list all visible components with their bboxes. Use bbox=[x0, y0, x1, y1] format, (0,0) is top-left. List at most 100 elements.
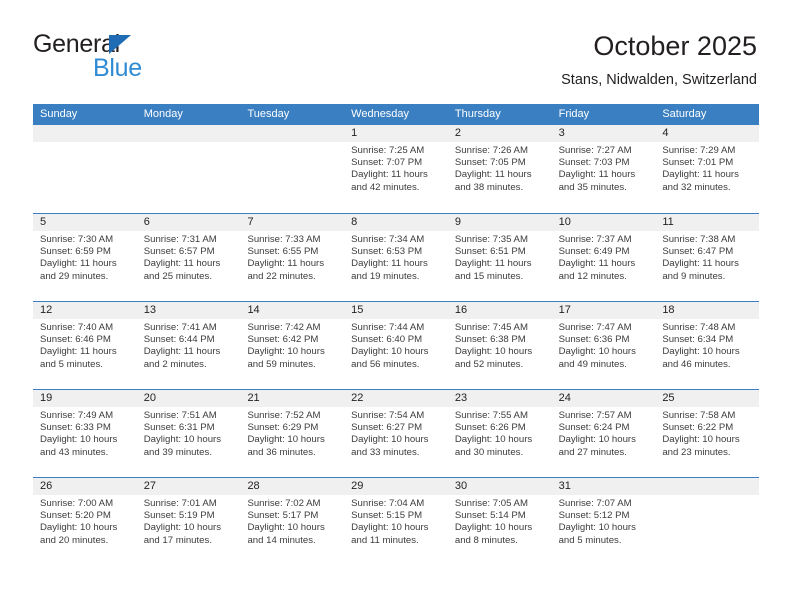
daylight-text-line2: and 33 minutes. bbox=[351, 446, 420, 458]
daylight-text-line2: and 5 minutes. bbox=[40, 358, 103, 370]
calendar-day-cell[interactable]: 22 Sunrise: 7:54 AM Sunset: 6:27 PM Dayligh… bbox=[344, 390, 448, 477]
calendar-week-row: 1 Sunrise: 7:25 AM Sunset: 7:07 PM Daylight… bbox=[33, 125, 760, 213]
daylight-text-line2: and 15 minutes. bbox=[454, 270, 524, 282]
calendar-day-cell[interactable]: 1 Sunrise: 7:25 AM Sunset: 7:07 PM Daylight… bbox=[344, 125, 448, 213]
daylight-text-line2: and 19 minutes. bbox=[351, 270, 420, 282]
daylight-text-line2: and 14 minutes. bbox=[247, 534, 316, 546]
daylight-text-line1: Daylight: 10 hours bbox=[351, 346, 429, 358]
day-number: 19 bbox=[33, 390, 137, 407]
day-number bbox=[655, 478, 760, 495]
calendar-day-cell[interactable]: 16 Sunrise: 7:45 AM Sunset: 6:38 PM Dayligh… bbox=[447, 302, 552, 389]
daylight-text-line2: and 27 minutes. bbox=[558, 446, 627, 458]
weekday-header-tuesday: Tuesday bbox=[247, 108, 290, 120]
day-number bbox=[240, 125, 345, 142]
day-details: Sunrise: 7:47 AM Sunset: 6:36 PM Daylight:… bbox=[552, 319, 656, 371]
daylight-text-line1: Daylight: 10 hours bbox=[454, 434, 533, 446]
calendar-day-cell[interactable]: 9 Sunrise: 7:35 AM Sunset: 6:51 PM Daylight… bbox=[447, 214, 552, 301]
daylight-text-line2: and 5 minutes. bbox=[558, 534, 622, 546]
sunrise-text: Sunrise: 7:02 AM bbox=[247, 498, 321, 509]
calendar-day-cell[interactable]: 29 Sunrise: 7:04 AM Sunset: 5:15 PM Dayligh… bbox=[344, 478, 448, 565]
sunrise-text: Sunrise: 7:47 AM bbox=[558, 322, 632, 333]
sunset-text: Sunset: 7:03 PM bbox=[558, 157, 630, 169]
sunrise-text: Sunrise: 7:01 AM bbox=[143, 498, 217, 509]
daylight-text-line1: Daylight: 11 hours bbox=[40, 258, 117, 270]
sunset-text: Sunset: 6:36 PM bbox=[558, 334, 630, 346]
sunset-text: Sunset: 6:38 PM bbox=[454, 334, 526, 346]
calendar-day-cell-empty[interactable] bbox=[33, 125, 137, 213]
daylight-text-line1: Daylight: 11 hours bbox=[351, 258, 428, 270]
day-number: 31 bbox=[551, 478, 656, 495]
calendar-day-cell[interactable]: 6 Sunrise: 7:31 AM Sunset: 6:57 PM Daylight… bbox=[136, 214, 241, 301]
calendar-day-cell[interactable]: 21 Sunrise: 7:52 AM Sunset: 6:29 PM Dayligh… bbox=[240, 390, 345, 477]
calendar-day-cell[interactable]: 19 Sunrise: 7:49 AM Sunset: 6:33 PM Dayligh… bbox=[33, 390, 137, 477]
sunrise-text: Sunrise: 7:41 AM bbox=[143, 322, 217, 333]
sunrise-text: Sunrise: 7:38 AM bbox=[662, 234, 736, 245]
daylight-text-line2: and 39 minutes. bbox=[143, 446, 212, 458]
daylight-text-line1: Daylight: 10 hours bbox=[143, 522, 222, 534]
sunrise-text: Sunrise: 7:07 AM bbox=[558, 498, 632, 509]
sunrise-text: Sunrise: 7:34 AM bbox=[351, 234, 425, 245]
day-details: Sunrise: 7:29 AM Sunset: 7:01 PM Daylight:… bbox=[655, 142, 759, 194]
logo-text-blue: Blue bbox=[93, 54, 142, 82]
sunset-text: Sunset: 6:53 PM bbox=[351, 246, 423, 258]
calendar-day-cell[interactable]: 13 Sunrise: 7:41 AM Sunset: 6:44 PM Dayligh… bbox=[136, 302, 241, 389]
day-number: 20 bbox=[136, 390, 241, 407]
calendar-day-cell[interactable]: 12 Sunrise: 7:40 AM Sunset: 6:46 PM Dayligh… bbox=[33, 302, 137, 389]
day-details: Sunrise: 7:35 AM Sunset: 6:51 PM Daylight:… bbox=[448, 231, 552, 283]
calendar-day-cell[interactable]: 15 Sunrise: 7:44 AM Sunset: 6:40 PM Dayligh… bbox=[344, 302, 448, 389]
calendar-day-cell[interactable]: 20 Sunrise: 7:51 AM Sunset: 6:31 PM Dayligh… bbox=[136, 390, 241, 477]
daylight-text-line1: Daylight: 10 hours bbox=[351, 434, 429, 446]
calendar-day-cell[interactable]: 23 Sunrise: 7:55 AM Sunset: 6:26 PM Dayligh… bbox=[447, 390, 552, 477]
calendar-day-cell[interactable]: 18 Sunrise: 7:48 AM Sunset: 6:34 PM Dayligh… bbox=[655, 302, 760, 389]
sunrise-text: Sunrise: 7:49 AM bbox=[40, 410, 114, 421]
sunrise-text: Sunrise: 7:00 AM bbox=[40, 498, 114, 509]
calendar-week-row: 12 Sunrise: 7:40 AM Sunset: 6:46 PM Dayligh… bbox=[33, 301, 760, 389]
day-details: Sunrise: 7:57 AM Sunset: 6:24 PM Daylight:… bbox=[552, 407, 656, 459]
sunrise-text: Sunrise: 7:04 AM bbox=[351, 498, 425, 509]
sunset-text: Sunset: 6:49 PM bbox=[558, 246, 630, 258]
sunrise-text: Sunrise: 7:29 AM bbox=[662, 145, 736, 156]
day-details: Sunrise: 7:42 AM Sunset: 6:42 PM Daylight:… bbox=[240, 319, 344, 371]
calendar-day-cell[interactable]: 5 Sunrise: 7:30 AM Sunset: 6:59 PM Daylight… bbox=[33, 214, 137, 301]
calendar-day-cell[interactable]: 28 Sunrise: 7:02 AM Sunset: 5:17 PM Dayligh… bbox=[240, 478, 345, 565]
calendar-day-cell[interactable]: 3 Sunrise: 7:27 AM Sunset: 7:03 PM Daylight… bbox=[551, 125, 656, 213]
calendar-day-cell[interactable]: 14 Sunrise: 7:42 AM Sunset: 6:42 PM Dayligh… bbox=[240, 302, 345, 389]
calendar-day-cell-empty[interactable] bbox=[240, 125, 345, 213]
sunset-text: Sunset: 6:24 PM bbox=[558, 422, 630, 434]
day-number: 10 bbox=[551, 214, 656, 231]
calendar-page: General Blue October 2025 Stans, Nidwald… bbox=[0, 0, 792, 612]
daylight-text-line1: Daylight: 11 hours bbox=[558, 258, 636, 270]
sunset-text: Sunset: 6:51 PM bbox=[454, 246, 526, 258]
calendar-day-cell[interactable]: 8 Sunrise: 7:34 AM Sunset: 6:53 PM Daylight… bbox=[344, 214, 448, 301]
calendar-day-cell[interactable]: 7 Sunrise: 7:33 AM Sunset: 6:55 PM Daylight… bbox=[240, 214, 345, 301]
day-number: 29 bbox=[344, 478, 448, 495]
calendar-day-cell[interactable]: 4 Sunrise: 7:29 AM Sunset: 7:01 PM Daylight… bbox=[655, 125, 760, 213]
day-details: Sunrise: 7:00 AM Sunset: 5:20 PM Daylight:… bbox=[33, 495, 137, 547]
calendar-week-row: 26 Sunrise: 7:00 AM Sunset: 5:20 PM Dayligh… bbox=[33, 477, 760, 565]
calendar-day-cell[interactable]: 11 Sunrise: 7:38 AM Sunset: 6:47 PM Dayligh… bbox=[655, 214, 760, 301]
calendar-day-cell[interactable]: 27 Sunrise: 7:01 AM Sunset: 5:19 PM Dayligh… bbox=[136, 478, 241, 565]
sunset-text: Sunset: 6:33 PM bbox=[40, 422, 111, 434]
calendar-day-cell[interactable]: 31 Sunrise: 7:07 AM Sunset: 5:12 PM Dayligh… bbox=[551, 478, 656, 565]
calendar-day-cell-empty[interactable] bbox=[136, 125, 241, 213]
sunset-text: Sunset: 6:59 PM bbox=[40, 246, 111, 258]
calendar-day-cell[interactable]: 26 Sunrise: 7:00 AM Sunset: 5:20 PM Dayligh… bbox=[33, 478, 137, 565]
sunrise-text: Sunrise: 7:45 AM bbox=[454, 322, 528, 333]
day-number bbox=[33, 125, 137, 142]
daylight-text-line1: Daylight: 11 hours bbox=[143, 346, 221, 358]
sunset-text: Sunset: 5:19 PM bbox=[143, 510, 215, 522]
weekday-header-monday: Monday bbox=[143, 108, 183, 120]
sunset-text: Sunset: 6:22 PM bbox=[662, 422, 734, 434]
calendar-day-cell[interactable]: 10 Sunrise: 7:37 AM Sunset: 6:49 PM Dayligh… bbox=[551, 214, 656, 301]
calendar-day-cell[interactable]: 2 Sunrise: 7:26 AM Sunset: 7:05 PM Daylight… bbox=[447, 125, 552, 213]
calendar-day-cell[interactable]: 30 Sunrise: 7:05 AM Sunset: 5:14 PM Dayligh… bbox=[447, 478, 552, 565]
calendar-day-cell[interactable]: 24 Sunrise: 7:57 AM Sunset: 6:24 PM Dayligh… bbox=[551, 390, 656, 477]
calendar-day-cell-empty[interactable] bbox=[655, 478, 760, 565]
day-number: 9 bbox=[447, 214, 552, 231]
calendar-day-cell[interactable]: 17 Sunrise: 7:47 AM Sunset: 6:36 PM Dayligh… bbox=[551, 302, 656, 389]
sunrise-text: Sunrise: 7:51 AM bbox=[143, 410, 217, 421]
sunrise-text: Sunrise: 7:25 AM bbox=[351, 145, 425, 156]
day-number: 12 bbox=[33, 302, 137, 319]
calendar-day-cell[interactable]: 25 Sunrise: 7:58 AM Sunset: 6:22 PM Dayligh… bbox=[655, 390, 760, 477]
sunset-text: Sunset: 7:01 PM bbox=[662, 157, 734, 169]
